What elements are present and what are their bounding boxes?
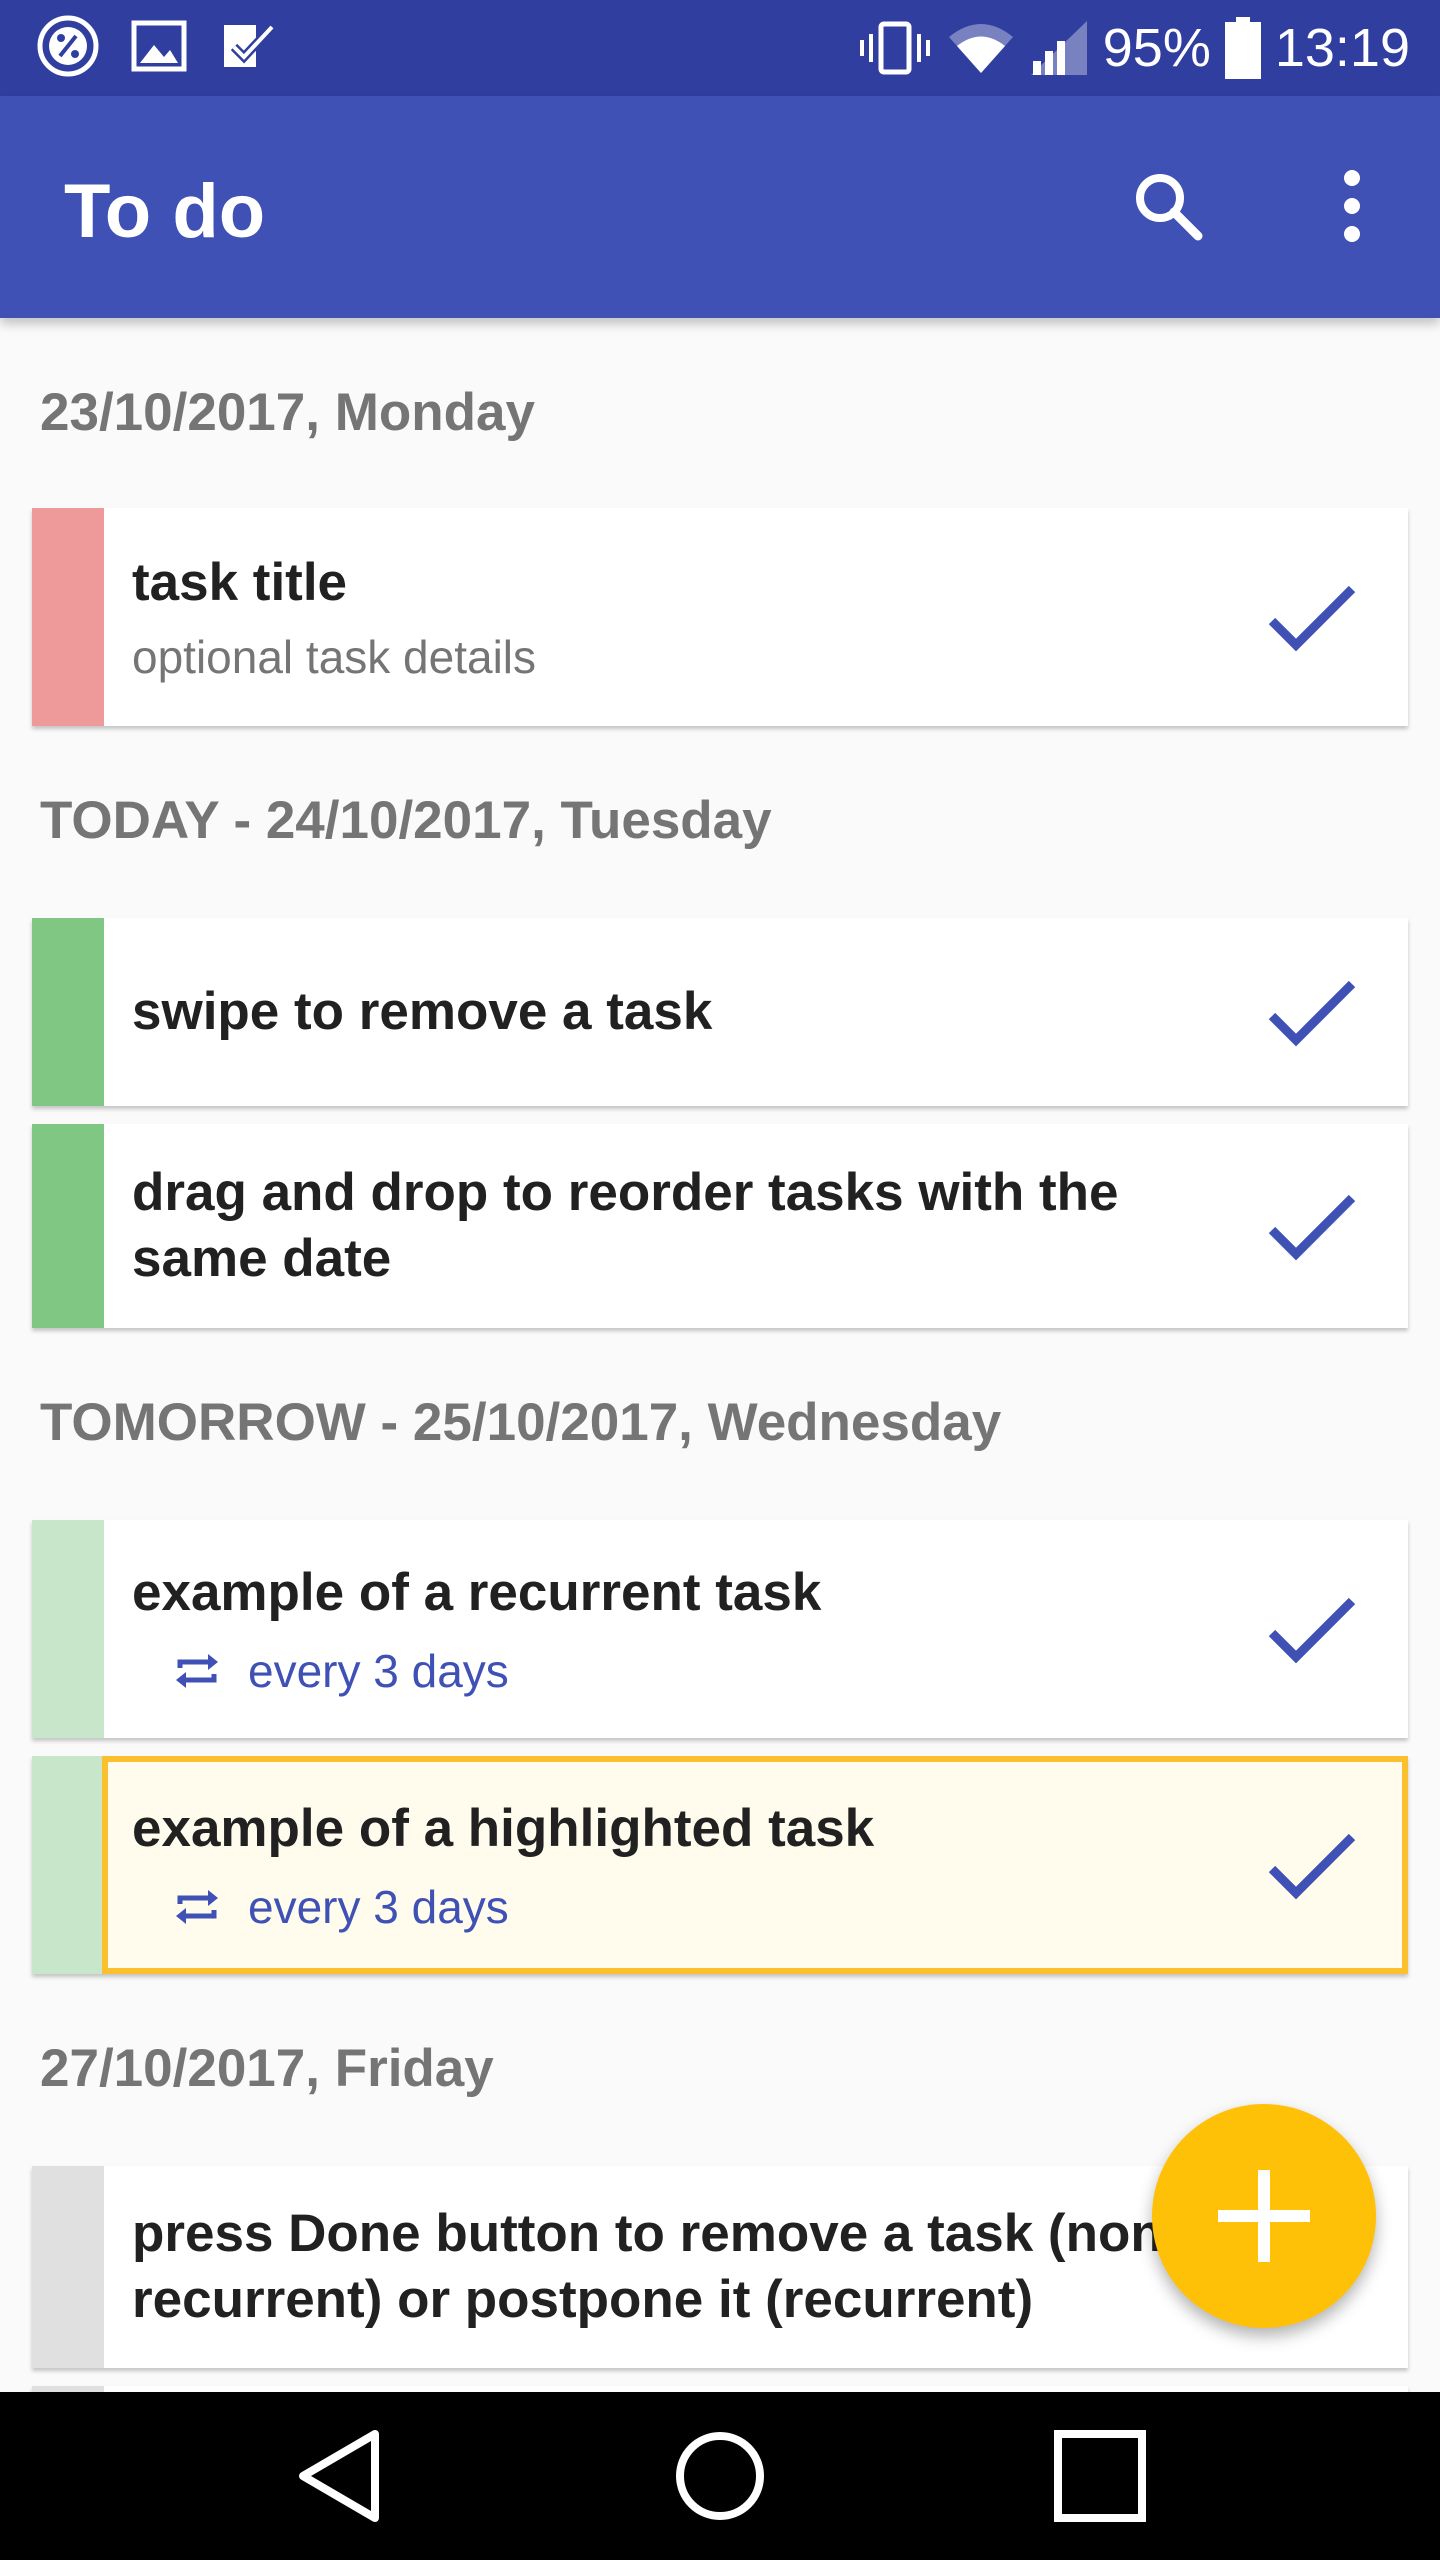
back-button[interactable] <box>280 2416 400 2536</box>
done-button[interactable] <box>1252 557 1372 677</box>
task-color-bar <box>32 918 104 1106</box>
wifi-icon <box>948 24 1013 73</box>
battery-percentage: 95% <box>1102 18 1211 78</box>
vibrate-icon <box>859 21 930 75</box>
task-title: example of a recurrent task <box>132 1563 822 1622</box>
task-card[interactable]: task title optional task details <box>32 508 1408 726</box>
search-button[interactable] <box>1120 158 1216 254</box>
task-card[interactable]: drag and drop to reorder tasks with the … <box>32 1124 1408 1328</box>
image-icon <box>131 20 187 72</box>
check-icon <box>1268 1194 1356 1261</box>
task-title: drag and drop to reorder tasks with the … <box>132 1163 1119 1288</box>
back-icon <box>299 2430 379 2522</box>
app-bar: To do <box>0 96 1440 318</box>
notification-icons <box>36 14 276 78</box>
repeat-icon <box>176 1890 218 1924</box>
task-title: swipe to remove a task <box>132 982 713 1041</box>
section-header: 27/10/2017, Friday <box>40 2039 494 2098</box>
section-header: TOMORROW - 25/10/2017, Wednesday <box>40 1393 1002 1452</box>
task-text: press Done button to remove a task (non-… <box>132 2166 1288 2368</box>
recurrence-info: every 3 days <box>172 1880 1228 1934</box>
more-vert-icon <box>1344 170 1360 242</box>
task-details: optional task details <box>132 631 537 683</box>
task-card[interactable]: example of a recurrent task every 3 days <box>32 1520 1408 1738</box>
signal-icon <box>1030 21 1087 75</box>
add-task-button[interactable] <box>1152 2104 1376 2328</box>
task-color-bar <box>32 1124 104 1328</box>
home-icon <box>676 2432 764 2520</box>
clock: 13:19 <box>1274 18 1410 78</box>
check-icon <box>1268 980 1356 1047</box>
task-color-bar <box>32 2166 104 2368</box>
task-text: drag and drop to reorder tasks with the … <box>132 1124 1228 1328</box>
recents-icon <box>1054 2430 1146 2522</box>
task-title: example of a highlighted task <box>132 1799 875 1858</box>
recurrence-label: every 3 days <box>248 1645 509 1697</box>
search-icon <box>1136 174 1203 241</box>
task-card[interactable]: swipe to remove a task <box>32 918 1408 1106</box>
page-title: To do <box>64 169 266 254</box>
task-title: task title <box>132 553 348 612</box>
add-icon <box>1218 2170 1310 2262</box>
recurrence-info: every 3 days <box>172 1644 1228 1698</box>
home-button[interactable] <box>660 2416 780 2536</box>
battery-icon <box>1224 17 1261 79</box>
section-header: TODAY - 24/10/2017, Tuesday <box>40 791 772 850</box>
system-indicators: 95% 13:19 <box>857 14 1410 82</box>
check-icon <box>1268 585 1356 652</box>
task-list[interactable]: 23/10/2017, Monday task title optional t… <box>0 318 1440 2392</box>
recurrence-label: every 3 days <box>248 1881 509 1933</box>
task-text: example of a recurrent task every 3 days <box>132 1520 1228 1738</box>
repeat-icon <box>176 1654 218 1688</box>
task-color-bar <box>32 1520 104 1738</box>
task-title: press Done button to remove a task (non-… <box>132 2204 1181 2329</box>
task-color-bar <box>32 1756 104 1974</box>
percent-icon <box>37 15 99 77</box>
done-button[interactable] <box>1252 1166 1372 1286</box>
section-header: 23/10/2017, Monday <box>40 383 535 442</box>
navigation-bar <box>0 2392 1440 2560</box>
status-bar: 95% 13:19 <box>0 0 1440 96</box>
task-text: swipe to remove a task <box>132 918 1228 1106</box>
task-text: example of a highlighted task every 3 da… <box>132 1756 1228 1974</box>
more-options-button[interactable] <box>1304 158 1400 254</box>
task-card-highlighted[interactable]: example of a highlighted task every 3 da… <box>32 1756 1408 1974</box>
done-button[interactable] <box>1252 952 1372 1072</box>
done-button[interactable] <box>1252 1805 1372 1925</box>
done-button[interactable] <box>1252 1569 1372 1689</box>
task-color-bar <box>32 508 104 726</box>
check-icon <box>1268 1833 1356 1900</box>
checklist-icon <box>224 23 276 67</box>
task-text: task title optional task details <box>132 508 1228 726</box>
recents-button[interactable] <box>1040 2416 1160 2536</box>
check-icon <box>1268 1597 1356 1664</box>
